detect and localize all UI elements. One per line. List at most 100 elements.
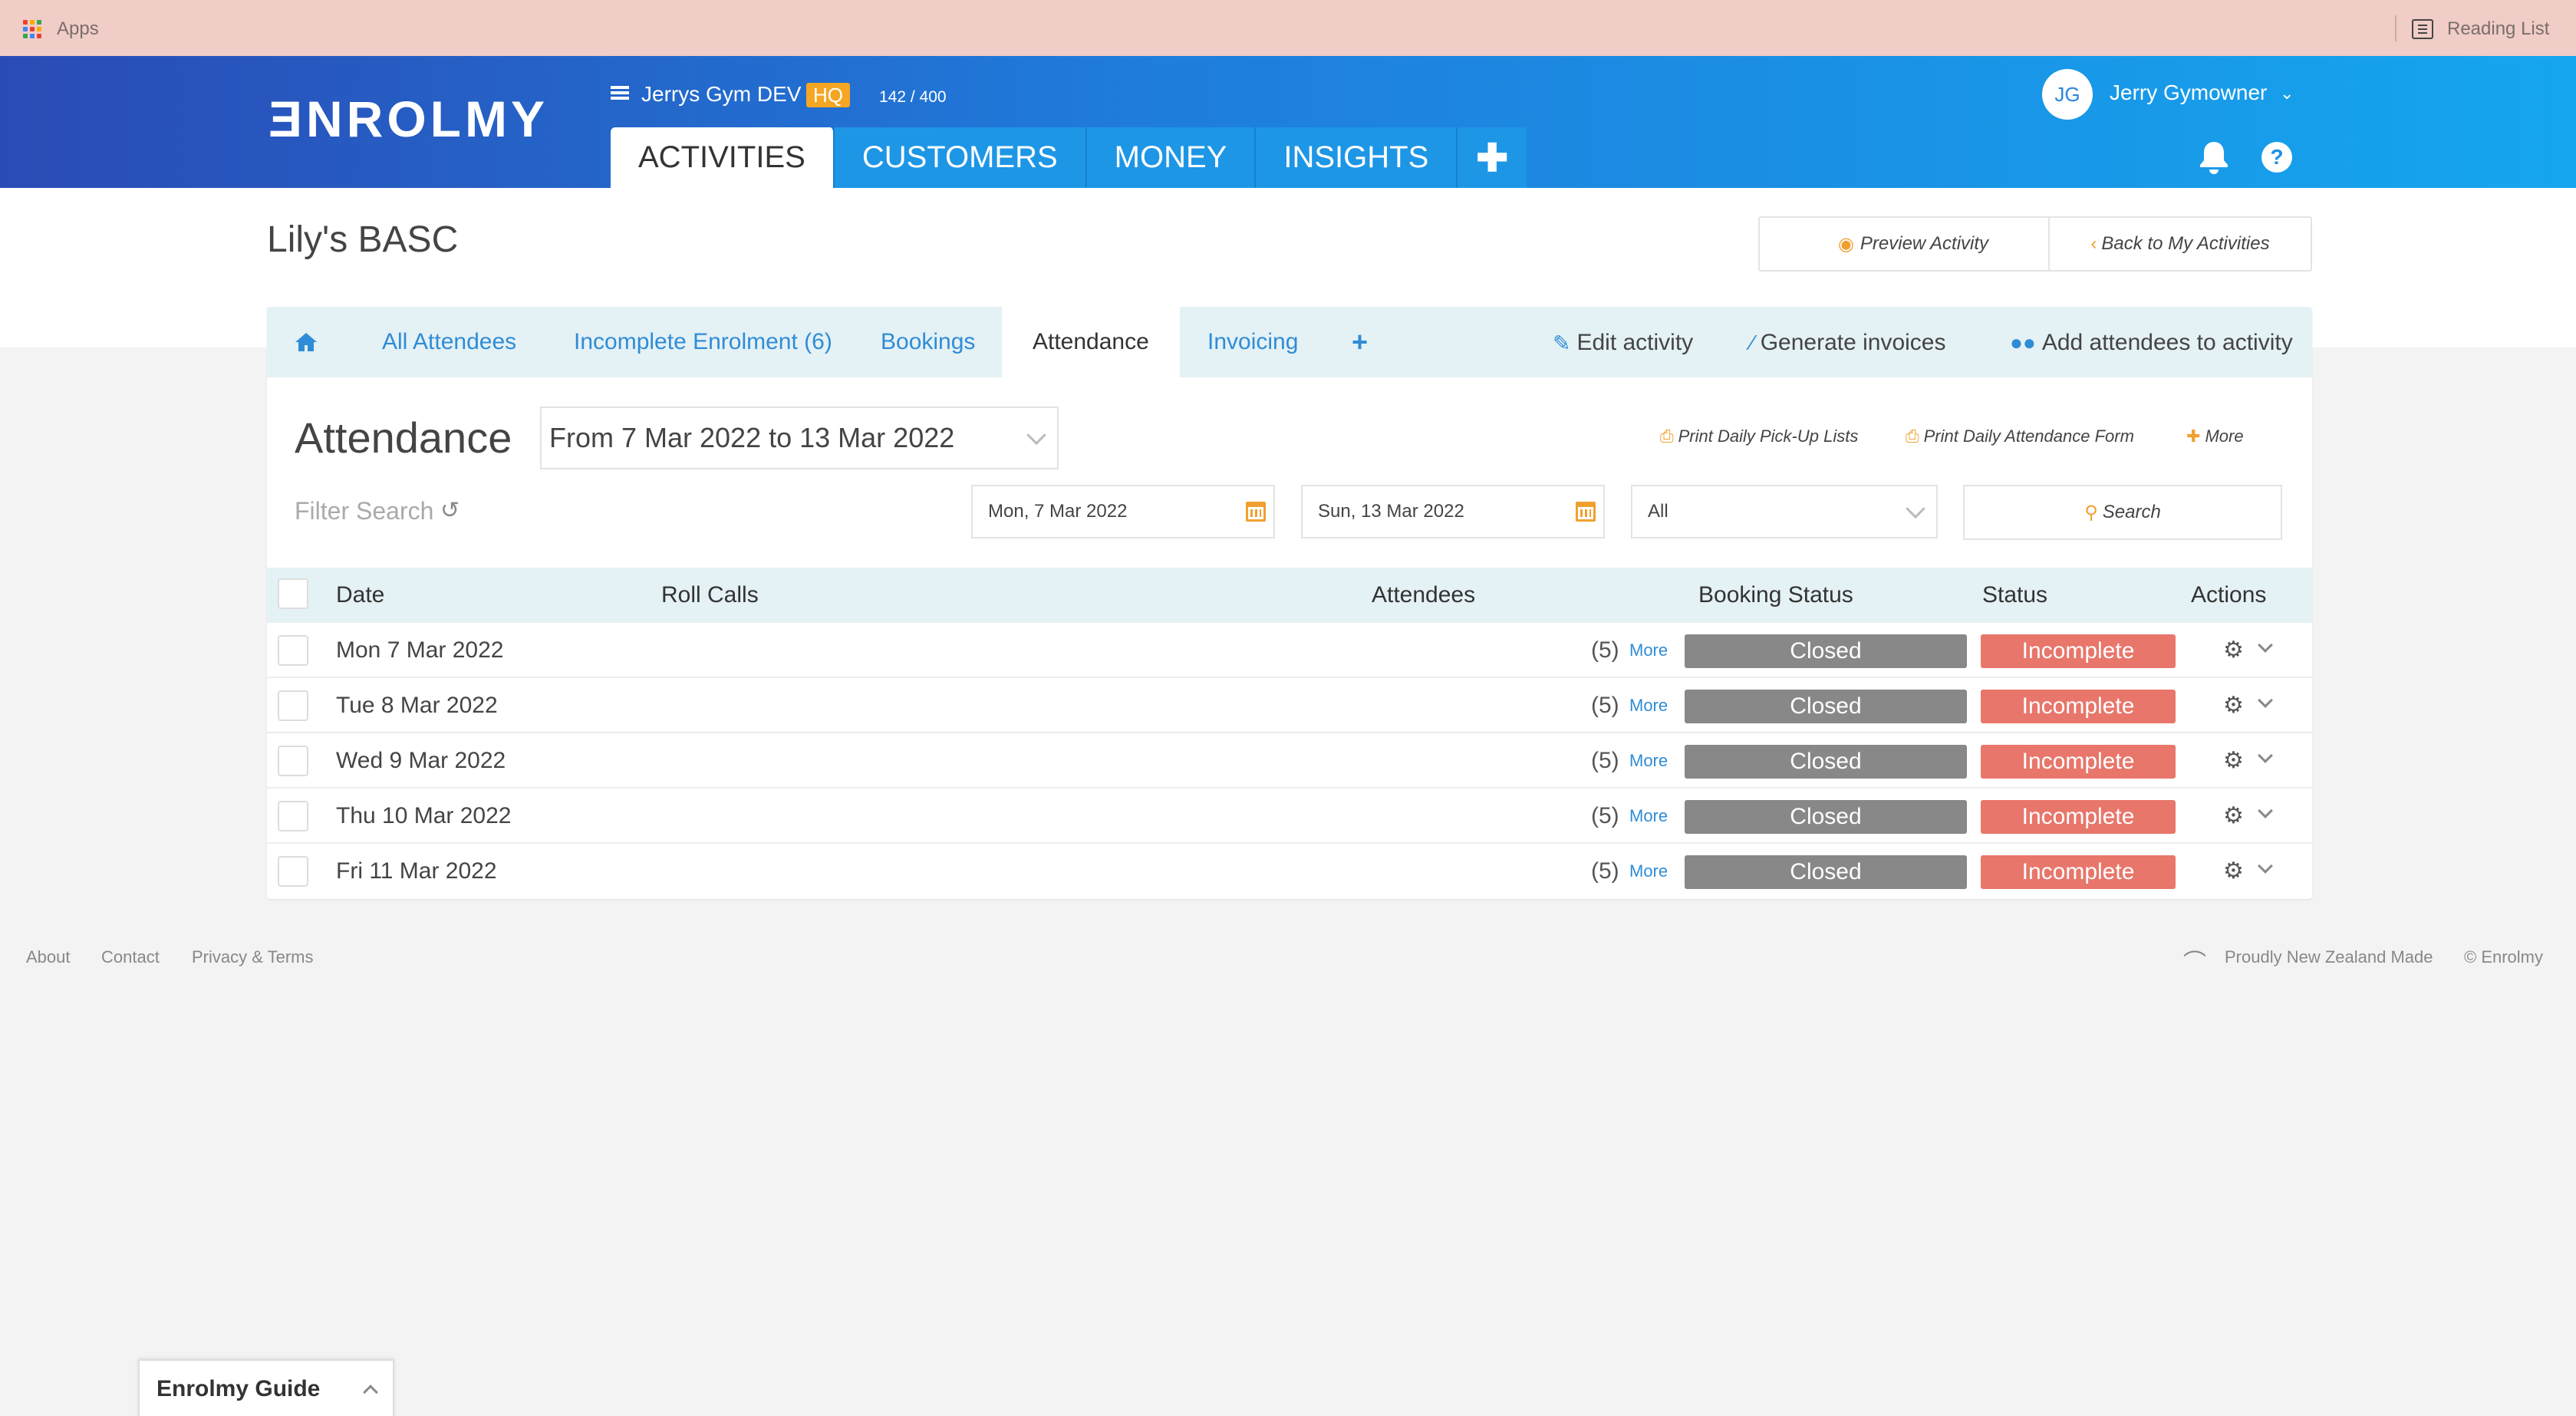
table-row: Tue 8 Mar 2022 (5) More Closed Incomplet… bbox=[267, 678, 2312, 733]
subtab-incomplete-enrolment[interactable]: Incomplete Enrolment (6) bbox=[574, 307, 832, 377]
generate-invoices-link[interactable]: ⁄ Generate invoices bbox=[1751, 330, 1946, 356]
search-label: Search bbox=[2102, 502, 2161, 522]
browser-bookmarks-bar: Apps Reading List bbox=[0, 0, 2576, 56]
back-to-my-activities-button[interactable]: ‹ Back to My Activities bbox=[2048, 216, 2312, 272]
gear-icon[interactable]: ⚙ bbox=[2223, 858, 2244, 884]
filter-search-label[interactable]: Filter Search bbox=[295, 497, 433, 525]
status-badge: Incomplete bbox=[1981, 690, 2176, 723]
reset-icon[interactable]: ↺ bbox=[440, 497, 460, 524]
row-checkbox[interactable] bbox=[278, 856, 308, 887]
chevron-down-icon[interactable] bbox=[2258, 637, 2273, 653]
column-roll-calls: Roll Calls bbox=[661, 582, 759, 608]
gear-icon[interactable]: ⚙ bbox=[2223, 692, 2244, 719]
column-actions: Actions bbox=[2191, 582, 2267, 608]
tab-customers[interactable]: CUSTOMERS bbox=[834, 127, 1087, 188]
column-status: Status bbox=[1982, 582, 2048, 608]
subtab-all-attendees[interactable]: All Attendees bbox=[382, 307, 516, 377]
more-actions-link[interactable]: ✚ More bbox=[2186, 426, 2244, 446]
chevron-up-icon[interactable] bbox=[363, 1385, 378, 1400]
row-date: Tue 8 Mar 2022 bbox=[336, 693, 498, 718]
calendar-icon[interactable] bbox=[1246, 502, 1266, 522]
search-button[interactable]: ⚲ Search bbox=[1963, 485, 2282, 540]
page-title: Lily's BASC bbox=[267, 219, 459, 260]
more-label: More bbox=[2205, 426, 2244, 446]
gear-icon[interactable]: ⚙ bbox=[2223, 637, 2244, 664]
organization-name[interactable]: Jerrys Gym DEV bbox=[641, 82, 801, 107]
wand-icon: ⁄ bbox=[1751, 331, 1754, 354]
attendance-title: Attendance bbox=[295, 413, 512, 462]
gear-icon[interactable]: ⚙ bbox=[2223, 747, 2244, 774]
home-icon[interactable] bbox=[295, 331, 318, 353]
more-attendees-link[interactable]: More bbox=[1629, 733, 1668, 789]
main-nav: ACTIVITIES CUSTOMERS MONEY INSIGHTS ✚ bbox=[611, 127, 1527, 188]
subtab-attendance[interactable]: Attendance bbox=[1002, 307, 1180, 377]
tab-activities[interactable]: ACTIVITIES bbox=[611, 127, 835, 188]
table-row: Thu 10 Mar 2022 (5) More Closed Incomple… bbox=[267, 789, 2312, 844]
print-attendance-form-link[interactable]: ⎙ Print Daily Attendance Form bbox=[1906, 426, 2134, 446]
booking-status-badge: Closed bbox=[1685, 800, 1967, 834]
start-date-input[interactable]: Mon, 7 Mar 2022 bbox=[971, 485, 1275, 538]
more-attendees-link[interactable]: More bbox=[1629, 678, 1668, 733]
enrolmy-logo[interactable]: ƎNROLMY bbox=[268, 90, 548, 148]
attendee-count: (5) bbox=[1591, 748, 1619, 773]
status-filter-select[interactable]: All bbox=[1631, 485, 1938, 538]
select-all-checkbox[interactable] bbox=[278, 578, 308, 609]
start-date-value: Mon, 7 Mar 2022 bbox=[988, 501, 1128, 522]
app-header: ƎNROLMY Jerrys Gym DEV HQ 142 / 400 JG J… bbox=[0, 56, 2576, 188]
tab-money[interactable]: MONEY bbox=[1086, 127, 1257, 188]
preview-activity-button[interactable]: ◉ Preview Activity bbox=[1758, 216, 2068, 272]
footer-about-link[interactable]: About bbox=[26, 947, 71, 967]
gear-icon[interactable]: ⚙ bbox=[2223, 802, 2244, 829]
chevron-down-icon[interactable] bbox=[2258, 748, 2273, 763]
notification-bell-icon[interactable] bbox=[2199, 140, 2229, 174]
printer-icon: ⎙ bbox=[1906, 426, 1919, 446]
help-icon[interactable]: ? bbox=[2261, 142, 2292, 173]
end-date-input[interactable]: Sun, 13 Mar 2022 bbox=[1301, 485, 1605, 538]
edit-activity-link[interactable]: ✎ Edit activity bbox=[1553, 330, 1693, 356]
user-name[interactable]: Jerry Gymowner bbox=[2110, 81, 2267, 105]
add-subtab-icon[interactable]: + bbox=[1352, 307, 1368, 377]
add-tab-button[interactable]: ✚ bbox=[1458, 127, 1527, 188]
column-date[interactable]: Date bbox=[336, 568, 384, 623]
more-attendees-link[interactable]: More bbox=[1629, 623, 1668, 678]
nz-made-label: Proudly New Zealand Made bbox=[2225, 947, 2433, 967]
date-range-value: From 7 Mar 2022 to 13 Mar 2022 bbox=[549, 422, 955, 453]
user-avatar[interactable]: JG bbox=[2042, 69, 2093, 120]
tab-insights[interactable]: INSIGHTS bbox=[1256, 127, 1458, 188]
row-checkbox[interactable] bbox=[278, 746, 308, 776]
footer-privacy-link[interactable]: Privacy & Terms bbox=[192, 947, 314, 967]
print-pickup-lists-link[interactable]: ⎙ Print Daily Pick-Up Lists bbox=[1660, 426, 1858, 446]
attendee-count: (5) bbox=[1591, 637, 1619, 663]
add-attendees-link[interactable]: ●● Add attendees to activity bbox=[2010, 330, 2293, 356]
enrolmy-guide-widget[interactable]: Enrolmy Guide bbox=[138, 1359, 394, 1416]
reading-list-icon[interactable] bbox=[2412, 19, 2433, 39]
chevron-left-icon: ‹ bbox=[2090, 233, 2097, 254]
more-attendees-link[interactable]: More bbox=[1629, 844, 1668, 899]
divider bbox=[2395, 15, 2396, 41]
apps-grid-icon[interactable] bbox=[23, 20, 41, 38]
pencil-icon: ✎ bbox=[1553, 331, 1571, 355]
reading-list-label[interactable]: Reading List bbox=[2447, 18, 2549, 40]
row-checkbox[interactable] bbox=[278, 690, 308, 721]
row-checkbox[interactable] bbox=[278, 635, 308, 666]
row-checkbox[interactable] bbox=[278, 801, 308, 831]
chevron-down-icon[interactable] bbox=[2258, 858, 2273, 874]
subtab-invoicing[interactable]: Invoicing bbox=[1207, 307, 1298, 377]
more-attendees-link[interactable]: More bbox=[1629, 789, 1668, 844]
chevron-down-icon[interactable]: ⌄ bbox=[2280, 84, 2294, 104]
chevron-down-icon[interactable] bbox=[2258, 693, 2273, 708]
chevron-down-icon[interactable] bbox=[2258, 803, 2273, 818]
apps-label[interactable]: Apps bbox=[57, 18, 99, 40]
print-pickup-label: Print Daily Pick-Up Lists bbox=[1678, 426, 1859, 446]
subtab-bookings[interactable]: Bookings bbox=[881, 307, 975, 377]
footer-contact-link[interactable]: Contact bbox=[101, 947, 160, 967]
table-row: Mon 7 Mar 2022 (5) More Closed Incomplet… bbox=[267, 623, 2312, 678]
calendar-icon[interactable] bbox=[1576, 502, 1596, 522]
print-attendance-label: Print Daily Attendance Form bbox=[1923, 426, 2134, 446]
column-booking-status: Booking Status bbox=[1698, 582, 1853, 608]
row-date: Wed 9 Mar 2022 bbox=[336, 748, 506, 773]
users-icon: ●● bbox=[2010, 331, 2036, 354]
date-range-select[interactable]: From 7 Mar 2022 to 13 Mar 2022 bbox=[540, 407, 1059, 469]
hamburger-menu-icon[interactable] bbox=[611, 86, 629, 100]
booking-status-badge: Closed bbox=[1685, 634, 1967, 668]
